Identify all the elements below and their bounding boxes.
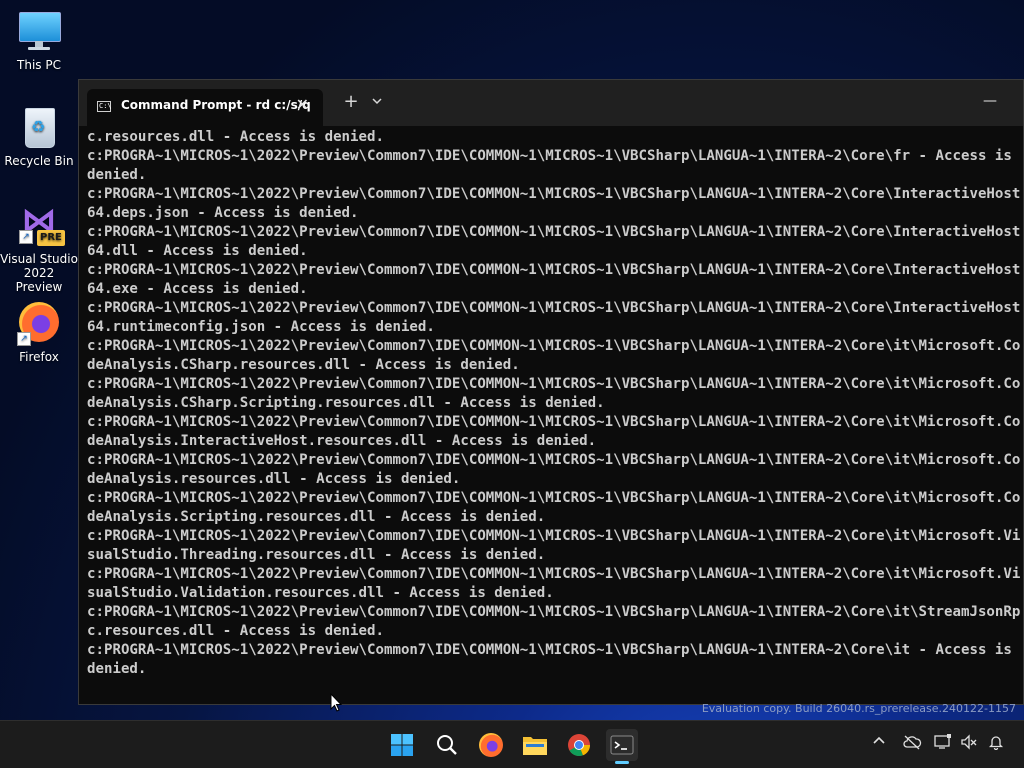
chrome-icon[interactable] bbox=[563, 729, 595, 761]
desktop-icon-label-line1: Visual Studio bbox=[0, 252, 78, 266]
console-line: c:PROGRA~1\MICROS~1\2022\Preview\Common7… bbox=[87, 262, 1021, 278]
taskbar bbox=[0, 720, 1024, 768]
console-line: c:PROGRA~1\MICROS~1\2022\Preview\Common7… bbox=[87, 300, 1021, 316]
console-line: c.resources.dll - Access is denied. bbox=[87, 623, 384, 639]
file-explorer-icon[interactable] bbox=[519, 729, 551, 761]
mouse-cursor-icon bbox=[330, 692, 343, 713]
console-text: c.resources.dll - Access is denied. c:PR… bbox=[87, 128, 1023, 679]
desktop-icon-label: This PC bbox=[17, 58, 61, 72]
console-line: sualStudio.Validation.resources.dll - Ac… bbox=[87, 585, 554, 601]
active-indicator bbox=[615, 761, 629, 764]
console-line: c:PROGRA~1\MICROS~1\2022\Preview\Common7… bbox=[87, 642, 1012, 658]
console-line: deAnalysis.resources.dll - Access is den… bbox=[87, 471, 461, 487]
search-icon[interactable] bbox=[431, 729, 463, 761]
console-line: c:PROGRA~1\MICROS~1\2022\Preview\Common7… bbox=[87, 376, 1021, 392]
console-line: c:PROGRA~1\MICROS~1\2022\Preview\Common7… bbox=[87, 148, 1012, 164]
shortcut-arrow-icon: ↗ bbox=[19, 230, 33, 244]
desktop-icon-recycle-bin[interactable]: ♻ Recycle Bin bbox=[0, 106, 78, 168]
cloud-offline-icon[interactable] bbox=[902, 734, 922, 754]
chevron-down-icon[interactable] bbox=[369, 93, 385, 109]
console-line: 64.dll - Access is denied. bbox=[87, 243, 308, 259]
console-line: deAnalysis.CSharp.Scripting.resources.dl… bbox=[87, 395, 605, 411]
console-line: sualStudio.Threading.resources.dll - Acc… bbox=[87, 547, 546, 563]
terminal-icon[interactable] bbox=[606, 729, 638, 764]
desktop-icon-label-line2: 2022 Preview bbox=[15, 266, 63, 294]
desktop-icon-firefox[interactable]: ↗ Firefox bbox=[0, 302, 78, 364]
console-line: 64.runtimeconfig.json - Access is denied… bbox=[87, 319, 435, 335]
terminal-window[interactable]: C:\ Command Prompt - rd c:/s/q ✕ + — c.r… bbox=[78, 79, 1024, 705]
console-line: c:PROGRA~1\MICROS~1\2022\Preview\Common7… bbox=[87, 528, 1021, 544]
close-tab-icon[interactable]: ✕ bbox=[296, 95, 309, 114]
start-icon[interactable] bbox=[386, 729, 418, 761]
new-tab-button[interactable]: + bbox=[341, 91, 361, 112]
console-line: denied. bbox=[87, 167, 147, 183]
firefox-icon[interactable] bbox=[475, 729, 507, 761]
tab-command-prompt[interactable]: C:\ Command Prompt - rd c:/s/q ✕ bbox=[87, 89, 323, 126]
console-line: deAnalysis.InteractiveHost.resources.dll… bbox=[87, 433, 597, 449]
console-line: c.resources.dll - Access is denied. bbox=[87, 129, 384, 145]
notification-bell-icon[interactable] bbox=[988, 734, 1004, 754]
console-line: deAnalysis.Scripting.resources.dll - Acc… bbox=[87, 509, 546, 525]
console-line: c:PROGRA~1\MICROS~1\2022\Preview\Common7… bbox=[87, 604, 1021, 620]
firefox-icon: ↗ bbox=[17, 302, 61, 346]
desktop-icon-label: Firefox bbox=[19, 350, 59, 364]
chevron-up-icon[interactable] bbox=[872, 734, 886, 752]
console-line: c:PROGRA~1\MICROS~1\2022\Preview\Common7… bbox=[87, 224, 1021, 240]
command-prompt-icon: C:\ bbox=[97, 101, 112, 112]
console-line: c:PROGRA~1\MICROS~1\2022\Preview\Common7… bbox=[87, 414, 1021, 430]
visual-studio-icon: ⋈ PRE ↗ bbox=[17, 204, 65, 248]
console-line: c:PROGRA~1\MICROS~1\2022\Preview\Common7… bbox=[87, 452, 1021, 468]
tab-title: Command Prompt - rd c:/s/q bbox=[121, 98, 311, 112]
monitor-icon bbox=[17, 10, 61, 54]
console-line: deAnalysis.CSharp.resources.dll - Access… bbox=[87, 357, 520, 373]
title-bar[interactable]: C:\ Command Prompt - rd c:/s/q ✕ + — bbox=[79, 80, 1023, 126]
desktop-icon-label: Recycle Bin bbox=[4, 154, 74, 168]
minimize-button[interactable]: — bbox=[983, 93, 997, 109]
console-line: 64.deps.json - Access is denied. bbox=[87, 205, 359, 221]
evaluation-watermark: Evaluation copy. Build 26040.rs_prerelea… bbox=[701, 702, 1016, 715]
pre-badge: PRE bbox=[37, 230, 65, 246]
console-line: denied. bbox=[87, 661, 147, 677]
console-line: c:PROGRA~1\MICROS~1\2022\Preview\Common7… bbox=[87, 186, 1021, 202]
console-line: c:PROGRA~1\MICROS~1\2022\Preview\Common7… bbox=[87, 338, 1021, 354]
desktop-icon-this-pc[interactable]: This PC bbox=[0, 10, 78, 72]
console-line: c:PROGRA~1\MICROS~1\2022\Preview\Common7… bbox=[87, 566, 1021, 582]
shortcut-arrow-icon: ↗ bbox=[17, 332, 31, 346]
recycle-bin-icon: ♻ bbox=[17, 106, 61, 150]
desktop-icon-visual-studio[interactable]: ⋈ PRE ↗ Visual Studio 2022 Preview bbox=[0, 204, 78, 295]
network-icon[interactable] bbox=[934, 734, 952, 754]
console-line: 64.exe - Access is denied. bbox=[87, 281, 308, 297]
console-line: c:PROGRA~1\MICROS~1\2022\Preview\Common7… bbox=[87, 490, 1021, 506]
console-output[interactable]: c.resources.dll - Access is denied. c:PR… bbox=[87, 128, 1023, 704]
volume-muted-icon[interactable] bbox=[960, 734, 978, 754]
